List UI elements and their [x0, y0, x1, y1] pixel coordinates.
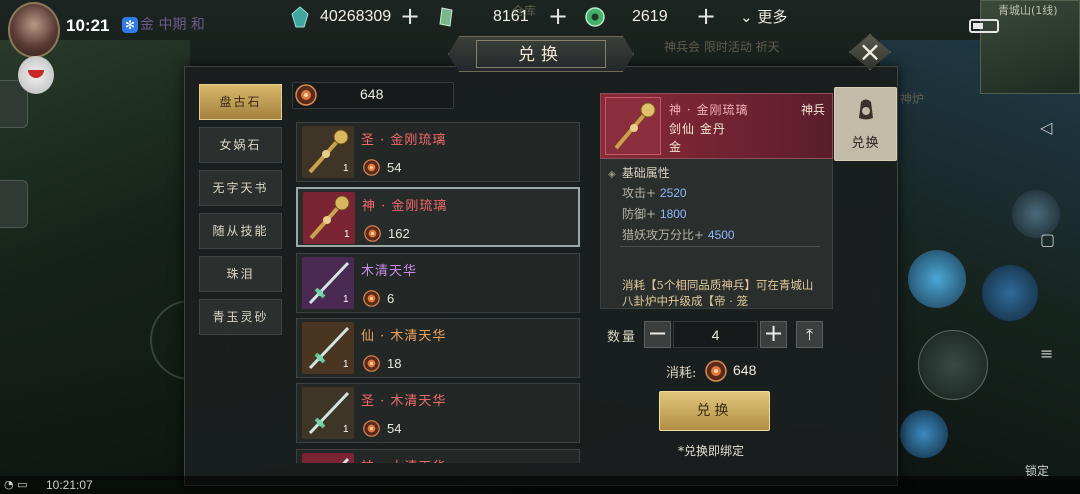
item-count: 1 — [344, 229, 350, 240]
nav-home-icon[interactable]: ▢ — [1040, 230, 1055, 249]
attribute-defense: 防御+ 1800 — [622, 207, 687, 221]
minus-icon: − — [647, 319, 668, 347]
detail-item-type: 神兵 — [801, 103, 826, 117]
category-tab-pearl-tears[interactable]: 珠泪 — [199, 256, 282, 292]
system-status-bar — [0, 476, 1080, 494]
max-arrow-icon: ⤒ — [805, 325, 814, 344]
price-stone-icon — [363, 355, 380, 372]
item-row[interactable]: 1 圣 · 金刚琉璃 54 — [296, 122, 580, 182]
item-name: 圣 · 金刚琉璃 — [361, 133, 447, 148]
currency-jade: 40268309 — [290, 5, 391, 29]
pouch-icon — [859, 99, 873, 120]
status-time: 10:21:07 — [46, 478, 93, 492]
item-name: 神 · 木清天华 — [361, 456, 446, 463]
battery-icon — [969, 19, 999, 33]
attribute-attack: 攻击+ 2520 — [622, 186, 687, 200]
item-price: 162 — [388, 226, 410, 241]
quantity-label: 数量 — [607, 330, 638, 345]
panel-title: 兑换 — [476, 40, 606, 68]
item-row[interactable]: 1 神 · 金刚琉璃 162 — [296, 187, 580, 247]
cost-label: 消耗: — [666, 366, 697, 381]
add-coin-button[interactable]: + — [695, 4, 717, 28]
item-name: 圣 · 木清天华 — [361, 394, 447, 409]
item-count: 1 — [343, 294, 349, 305]
item-price: 54 — [387, 421, 402, 436]
coin-amount: 2619 — [632, 8, 668, 25]
more-button[interactable]: ⌄ 更多 — [740, 6, 787, 27]
jade-amount: 40268309 — [320, 8, 392, 25]
item-row[interactable]: 1神 · 木清天华162 — [296, 449, 580, 463]
quantity-input[interactable]: 4 — [673, 321, 758, 348]
jade-gem-icon — [290, 6, 310, 28]
bind-note: *兑换即绑定 — [678, 444, 745, 458]
storehouse-text: 仓库 — [512, 4, 537, 18]
close-icon: × — [858, 35, 882, 68]
skill-button-1[interactable] — [908, 250, 966, 308]
nav-menu-icon[interactable]: ≡ — [1040, 344, 1053, 363]
item-name: 木清天华 — [361, 264, 418, 279]
green-scroll-icon — [437, 6, 457, 28]
side-tab-exchange-label: 兑换 — [851, 136, 880, 151]
quantity-increase-button[interactable]: + — [760, 321, 787, 348]
item-list[interactable]: 1 圣 · 金刚琉璃 54 1 神 · 金刚琉璃 162 1 木清天华 6 1 仙 · 木清天华 18… — [296, 121, 582, 463]
category-tab-follower-skills[interactable]: 随从技能 — [199, 213, 282, 249]
green-coin-icon — [584, 6, 605, 28]
sword-weapon-icon — [302, 453, 354, 463]
skill-button-4[interactable] — [900, 410, 948, 458]
add-jade-button[interactable]: + — [399, 4, 421, 28]
attributes-title: 基础属性 — [608, 164, 670, 181]
player-avatar[interactable] — [8, 2, 60, 58]
chevron-down-icon: ⌄ — [740, 8, 753, 26]
furnace-side-text: 神炉 — [900, 92, 925, 106]
skill-button-2[interactable] — [982, 265, 1038, 321]
price-stone-icon — [363, 159, 380, 176]
wifi-battery-icon: ◔ ▭ — [4, 478, 28, 491]
top-deco-text: 金 中期 和 — [140, 17, 205, 33]
item-price: 18 — [387, 356, 402, 371]
quantity-max-button[interactable]: ⤒ — [796, 321, 823, 348]
minimap-title: 青城山(1线) — [998, 4, 1058, 17]
scene-background-left — [0, 40, 190, 480]
detail-item-class: 剑仙 金丹 — [669, 122, 726, 136]
detail-divider — [620, 246, 820, 247]
price-stone-icon — [364, 225, 381, 242]
category-tab-pangu-stone[interactable]: 盘古石 — [199, 84, 282, 120]
detail-item-name: 神 · 金刚琉璃 — [669, 103, 749, 117]
quantity-decrease-button[interactable]: − — [644, 321, 671, 348]
attribute-demon-hunt: 猎妖攻万分比+ 4500 — [622, 228, 735, 242]
clock: 10:21 — [66, 16, 110, 35]
item-name: 仙 · 木清天华 — [361, 329, 447, 344]
currency-coin: 2619 — [584, 5, 668, 29]
item-row[interactable]: 1 木清天华 6 — [296, 253, 580, 313]
pangu-stone-icon — [295, 84, 317, 106]
item-price: 6 — [387, 291, 395, 306]
category-tab-nuwa-stone[interactable]: 女娲石 — [199, 127, 282, 163]
nav-back-icon[interactable]: ◁ — [1040, 118, 1052, 137]
detail-item-image — [605, 97, 661, 155]
detail-item-element: 金 — [669, 140, 682, 154]
item-count: 1 — [343, 163, 349, 174]
price-stone-icon — [363, 420, 380, 437]
cost-value: 648 — [733, 362, 757, 378]
detail-description: 消耗【5个相同品质神兵】可在青城山八卦炉中升级成【帝 · 笼 — [622, 278, 814, 308]
add-scroll-button[interactable]: + — [547, 4, 569, 28]
app-badge-icon: ✻ — [122, 17, 138, 33]
cost-stone-icon — [705, 360, 727, 382]
item-row[interactable]: 1 圣 · 木清天华 54 — [296, 383, 580, 443]
item-count: 1 — [343, 359, 349, 370]
pet-avatar[interactable] — [18, 56, 54, 94]
events-text: 神兵会 限时活动 祈天 — [664, 40, 780, 54]
balance-value: 648 — [360, 86, 384, 102]
plus-icon: + — [763, 319, 784, 347]
price-stone-icon — [363, 290, 380, 307]
exchange-button[interactable]: 兑换 — [659, 391, 770, 431]
category-tab-jade-sand[interactable]: 青玉灵砂 — [199, 299, 282, 335]
left-side-handle-2[interactable] — [0, 180, 28, 228]
attack-button[interactable] — [918, 330, 988, 400]
item-count: 1 — [343, 424, 349, 435]
item-price: 54 — [387, 160, 402, 175]
item-name: 神 · 金刚琉璃 — [362, 199, 448, 214]
category-tab-wordless-book[interactable]: 无字天书 — [199, 170, 282, 206]
item-row[interactable]: 1 仙 · 木清天华 18 — [296, 318, 580, 378]
